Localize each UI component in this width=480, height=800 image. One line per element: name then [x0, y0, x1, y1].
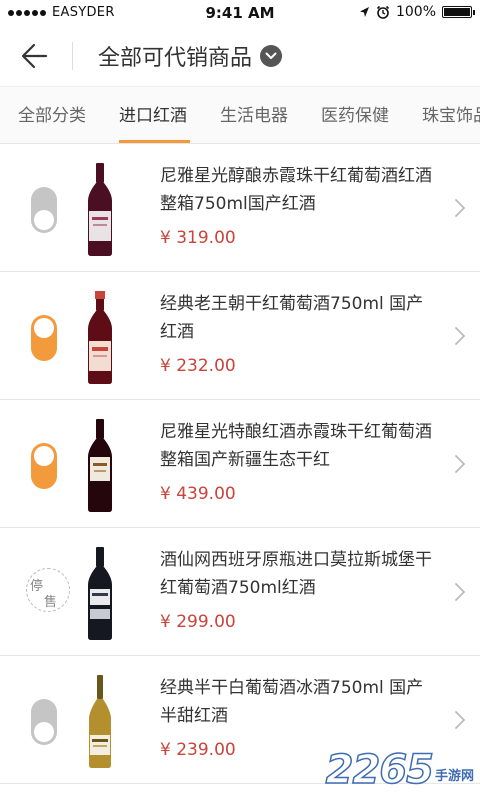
- tab-imported-wine[interactable]: 进口红酒: [119, 87, 187, 143]
- active-tab-indicator: [119, 140, 190, 143]
- product-price: ¥ 299.00: [160, 612, 236, 632]
- product-price: ¥ 319.00: [160, 228, 236, 248]
- product-row[interactable]: 经典老王朝干红葡萄酒750ml 国产红酒 ¥ 232.00: [0, 272, 480, 400]
- status-right: 100%: [359, 4, 475, 20]
- chevron-right-icon: [455, 711, 466, 729]
- watermark-text: 手游网: [434, 769, 474, 784]
- product-title: 尼雅星光特酿红酒赤霞珠干红葡萄酒整箱国产新疆生态干红: [160, 422, 432, 470]
- product-price: ¥ 232.00: [160, 356, 236, 376]
- product-row[interactable]: 尼雅星光醇酿赤霞珠干红葡萄酒红酒整箱750ml国产红酒 ¥ 319.00: [0, 144, 480, 272]
- chevron-right-icon: [455, 327, 466, 345]
- stamp-char: 售: [44, 595, 58, 610]
- product-title: 尼雅星光醇酿赤霞珠干红葡萄酒红酒整箱750ml国产红酒: [160, 166, 432, 214]
- stamp-char: 停: [30, 579, 44, 594]
- listing-toggle[interactable]: [31, 187, 57, 233]
- wine-bottle-image: [58, 415, 142, 515]
- nav-divider: [72, 42, 73, 70]
- watermark-number: 2265: [325, 747, 435, 793]
- product-title: 经典半干白葡萄酒冰酒750ml 国产半甜红酒: [160, 678, 424, 726]
- tab-jewelry[interactable]: 珠宝饰品: [422, 87, 480, 143]
- nav-bar: 全部可代销商品: [0, 26, 480, 86]
- wine-bottle-image: [58, 159, 142, 259]
- battery-icon: [442, 6, 475, 18]
- chevron-right-icon: [455, 455, 466, 473]
- wine-bottle-image: [58, 543, 142, 643]
- chevron-right-icon: [455, 199, 466, 217]
- alarm-icon: [376, 5, 390, 19]
- listing-toggle[interactable]: [31, 699, 57, 745]
- chevron-right-icon: [455, 583, 466, 601]
- toggle-knob: [34, 318, 54, 338]
- toggle-knob: [34, 210, 54, 230]
- product-row[interactable]: 停 售 酒仙网西班牙原瓶进口莫拉斯城堡干红葡萄酒750ml红酒 ¥ 299.00: [0, 528, 480, 656]
- product-row[interactable]: 尼雅星光特酿红酒赤霞珠干红葡萄酒整箱国产新疆生态干红 ¥ 439.00: [0, 400, 480, 528]
- product-price: ¥ 239.00: [160, 740, 236, 760]
- toggle-knob: [34, 446, 54, 466]
- site-watermark: 2265 手游网: [325, 747, 474, 793]
- tab-health-care[interactable]: 医药保健: [321, 87, 389, 143]
- battery-percent: 100%: [395, 4, 436, 20]
- listing-toggle[interactable]: [31, 315, 57, 361]
- wine-bottle-image: [58, 671, 142, 771]
- location-arrow-icon: [359, 7, 369, 17]
- category-dropdown[interactable]: 全部可代销商品: [98, 40, 283, 72]
- tab-home-appliances[interactable]: 生活电器: [220, 87, 288, 143]
- product-price: ¥ 439.00: [160, 484, 236, 504]
- category-tabs: 全部分类 进口红酒 生活电器 医药保健 珠宝饰品: [0, 86, 480, 144]
- page-title: 全部可代销商品: [98, 46, 253, 71]
- toggle-knob: [34, 722, 54, 742]
- listing-toggle[interactable]: [31, 443, 57, 489]
- wine-bottle-image: [58, 287, 142, 387]
- product-title: 酒仙网西班牙原瓶进口莫拉斯城堡干红葡萄酒750ml红酒: [160, 550, 432, 598]
- tab-all-categories[interactable]: 全部分类: [18, 87, 86, 143]
- status-bar: EASYDER 9:41 AM 100%: [0, 0, 480, 26]
- battery-fill: [444, 8, 470, 16]
- product-list: 尼雅星光醇酿赤霞珠干红葡萄酒红酒整箱750ml国产红酒 ¥ 319.00 经典老…: [0, 144, 480, 784]
- product-title: 经典老王朝干红葡萄酒750ml 国产红酒: [160, 294, 424, 342]
- back-button[interactable]: [18, 40, 52, 72]
- back-arrow-icon: [21, 43, 48, 69]
- chevron-down-icon: [260, 45, 283, 67]
